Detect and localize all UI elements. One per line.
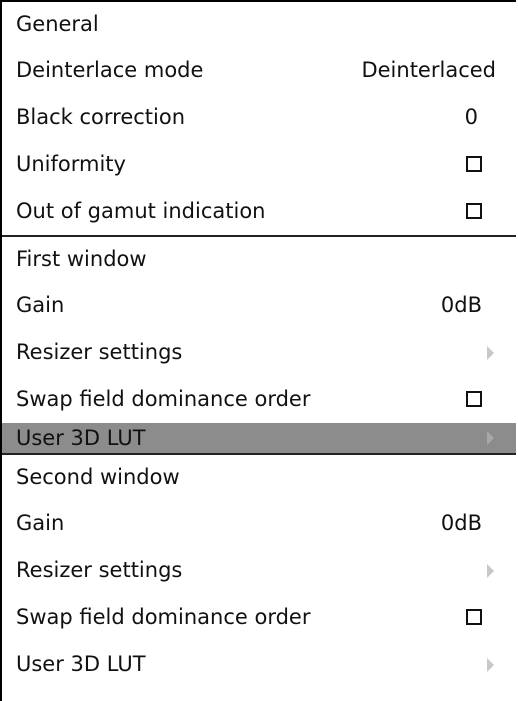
menu-item-label: Out of gamut indication — [16, 199, 266, 223]
section-first-window: First window Gain 0dB Resizer settings S… — [2, 235, 516, 453]
menu-item-label: Deinterlace mode — [16, 58, 204, 82]
menu-item-label: User 3D LUT — [16, 652, 146, 676]
menu-item-label: User 3D LUT — [16, 426, 146, 450]
menu-item-label: Gain — [16, 293, 65, 317]
section-header-general: General — [2, 2, 516, 47]
menu-item-label: Swap field dominance order — [16, 387, 311, 411]
menu-item-uniformity[interactable]: Uniformity — [2, 141, 516, 188]
menu-item-label: Swap field dominance order — [16, 605, 311, 629]
section-header-label: Second window — [16, 465, 180, 489]
menu-item-label: Resizer settings — [16, 340, 183, 364]
menu-item-deinterlace-mode[interactable]: Deinterlace mode Deinterlaced — [2, 47, 516, 94]
menu-item-user-3d-lut-selected[interactable]: User 3D LUT — [2, 423, 516, 453]
submenu-arrow-icon — [487, 563, 494, 578]
menu-item-black-correction[interactable]: Black correction 0 — [2, 94, 516, 141]
menu-item-resizer-settings[interactable]: Resizer settings — [2, 547, 516, 594]
section-header-first-window: First window — [2, 237, 516, 282]
menu-item-swap-field-dominance[interactable]: Swap field dominance order — [2, 376, 516, 423]
menu-item-value: 0dB — [440, 511, 482, 535]
menu-item-label: Uniformity — [16, 152, 126, 176]
submenu-arrow-icon — [487, 431, 494, 445]
section-second-window: Second window Gain 0dB Resizer settings … — [2, 453, 516, 688]
section-header-second-window: Second window — [2, 455, 516, 500]
menu-item-gain[interactable]: Gain 0dB — [2, 500, 516, 547]
section-header-label: General — [16, 12, 99, 36]
out-of-gamut-checkbox[interactable] — [466, 202, 482, 219]
menu-item-out-of-gamut[interactable]: Out of gamut indication — [2, 188, 516, 235]
submenu-arrow-icon — [487, 345, 494, 360]
menu-item-value: 0dB — [440, 293, 482, 317]
menu-item-swap-field-dominance[interactable]: Swap field dominance order — [2, 594, 516, 641]
menu-item-value: 0 — [464, 105, 478, 129]
uniformity-checkbox[interactable] — [466, 155, 482, 172]
menu-item-value: Deinterlaced — [361, 58, 496, 82]
menu-item-user-3d-lut[interactable]: User 3D LUT — [2, 641, 516, 688]
menu-item-label: Black correction — [16, 105, 186, 129]
menu-item-label: Gain — [16, 511, 65, 535]
swap-field-dominance-checkbox[interactable] — [466, 608, 482, 625]
menu-item-resizer-settings[interactable]: Resizer settings — [2, 329, 516, 376]
menu-item-label: Resizer settings — [16, 558, 183, 582]
section-header-label: First window — [16, 247, 147, 271]
settings-menu: General Deinterlace mode Deinterlaced Bl… — [0, 0, 516, 701]
section-general: General Deinterlace mode Deinterlaced Bl… — [2, 2, 516, 235]
menu-item-gain[interactable]: Gain 0dB — [2, 282, 516, 329]
swap-field-dominance-checkbox[interactable] — [466, 390, 482, 407]
submenu-arrow-icon — [487, 657, 494, 672]
